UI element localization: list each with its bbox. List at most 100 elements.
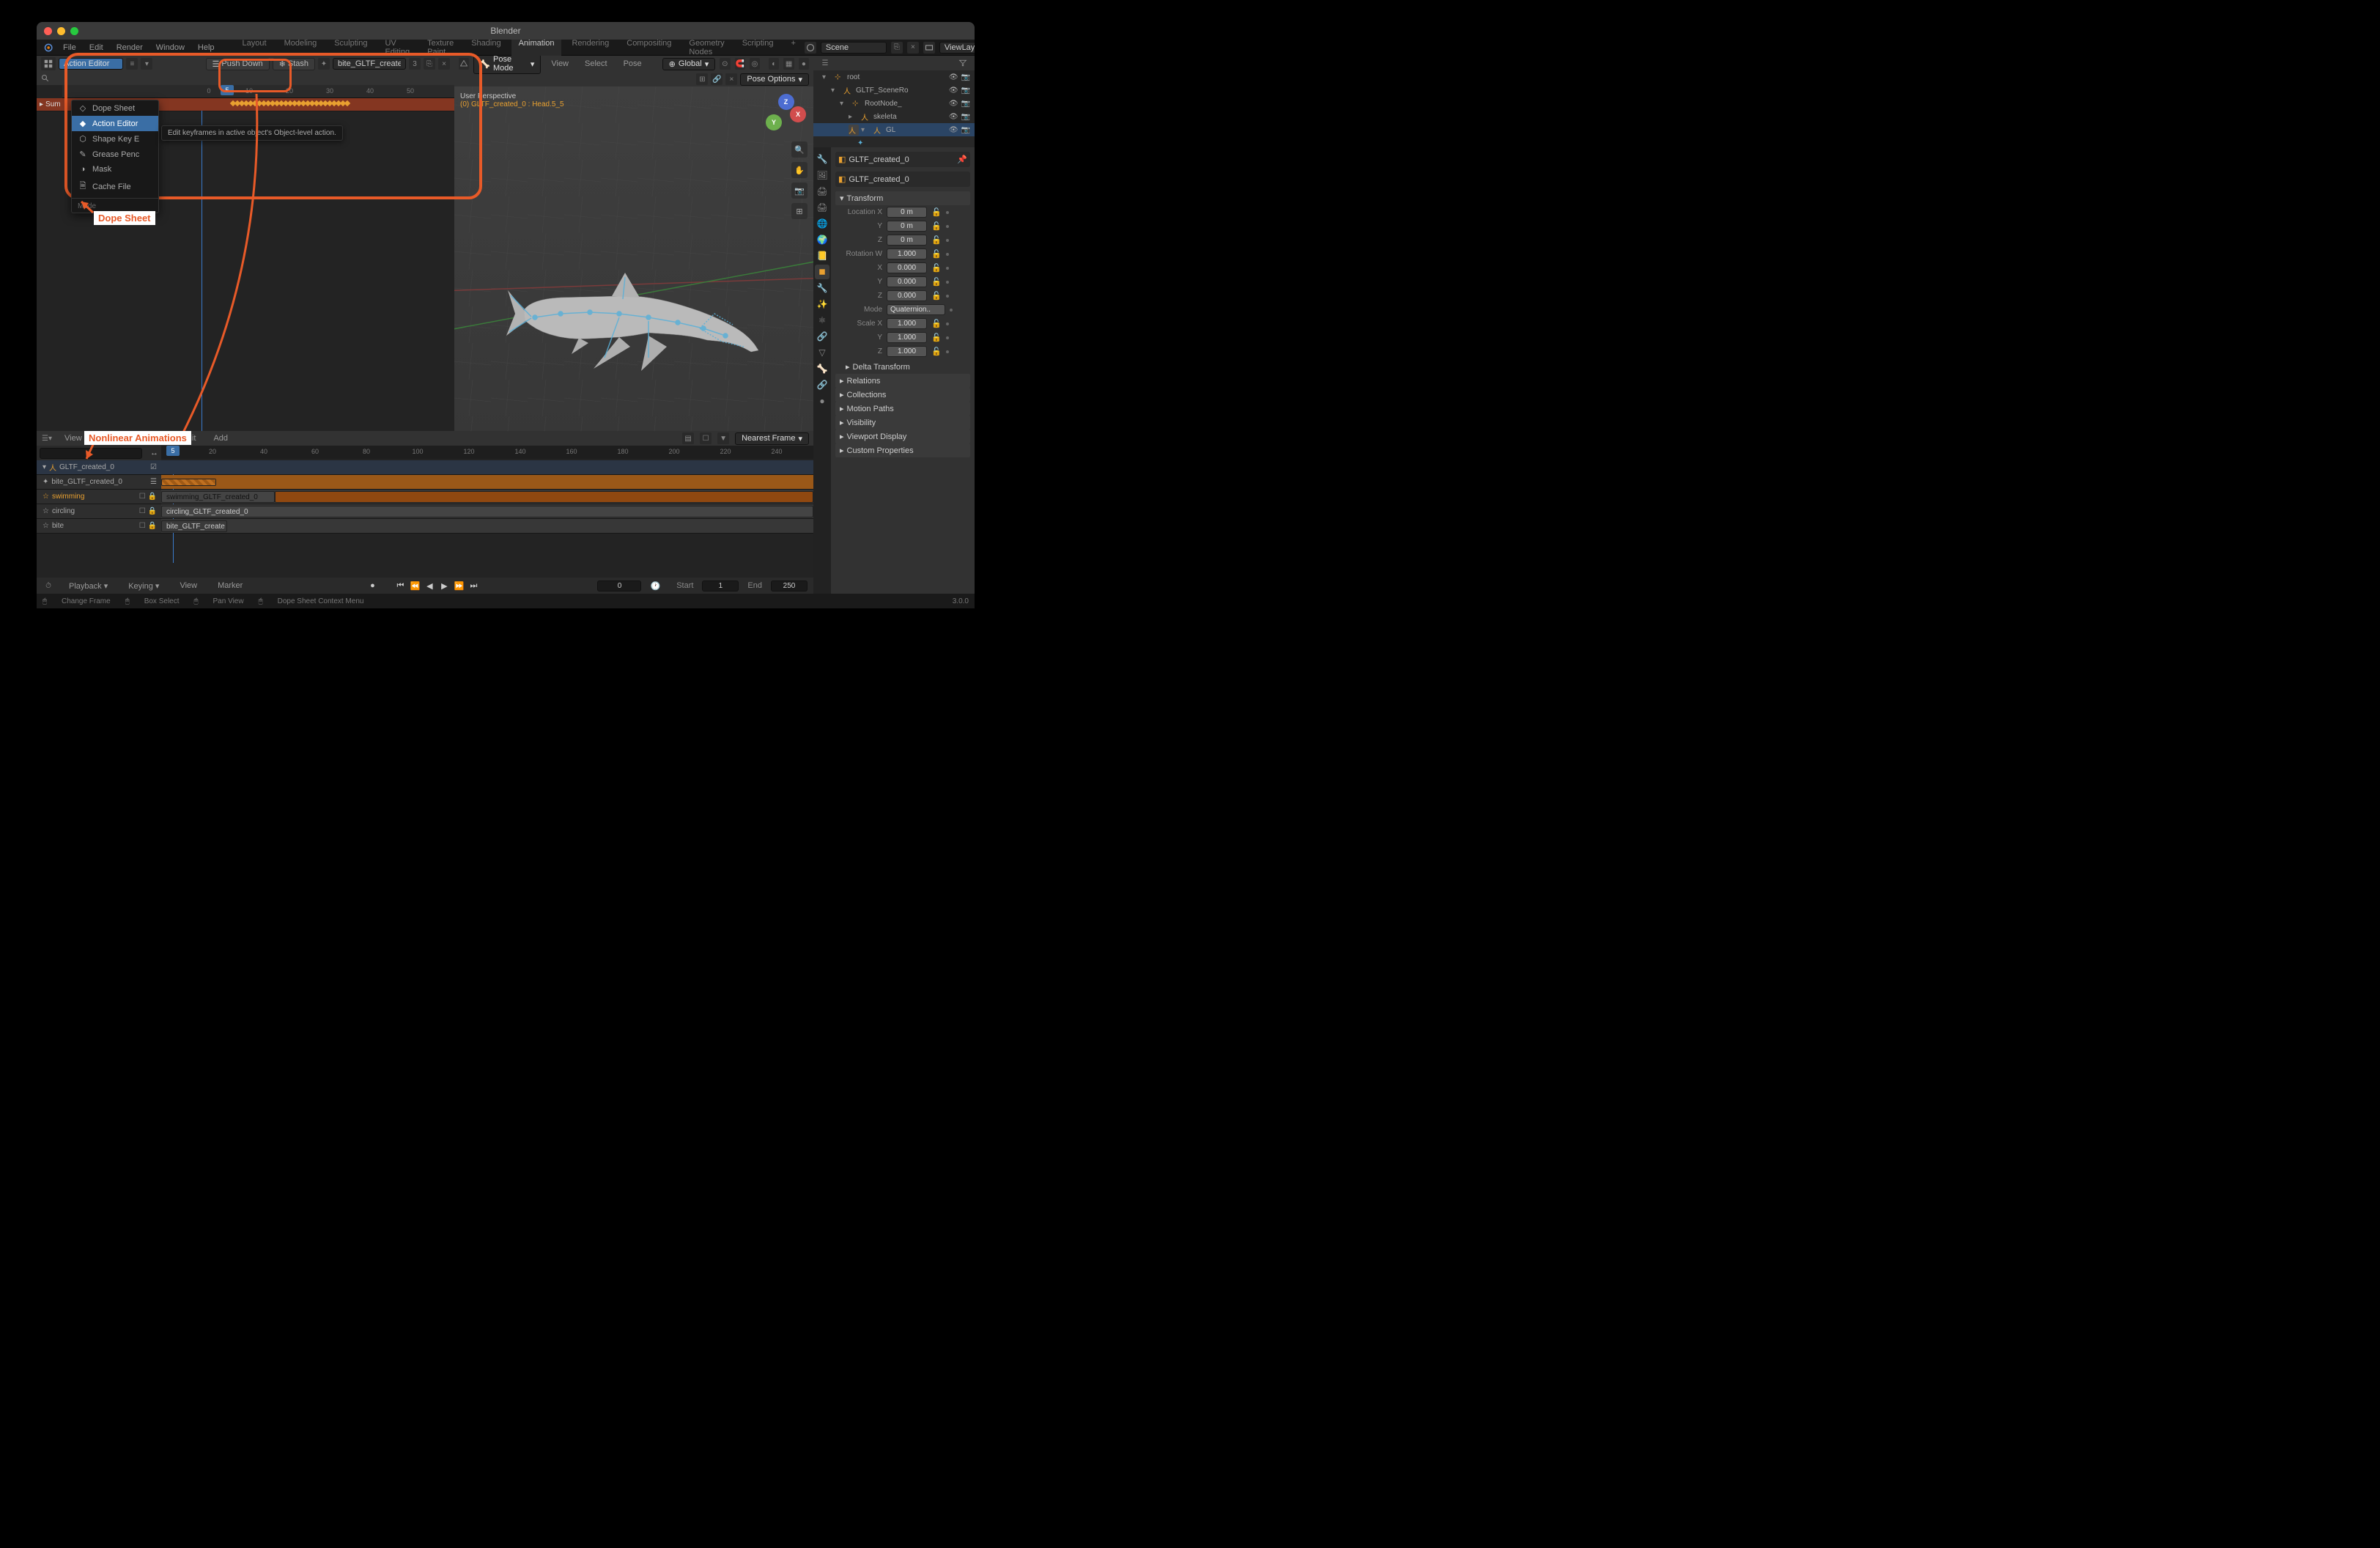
pan-icon[interactable]: ✋ [791,162,808,178]
motion-paths-header[interactable]: ▸ Motion Paths [835,402,970,416]
play-icon[interactable]: ▶ [437,580,451,591]
end-frame-input[interactable] [771,580,808,591]
tab-scene[interactable]: 🌐 [815,216,829,231]
breadcrumb[interactable]: ◧ GLTF_created_0 📌 [835,152,970,167]
mute-icon[interactable]: ☐ 🔒 [139,507,161,515]
viewlayer-input[interactable] [939,42,975,54]
current-frame-input[interactable] [597,580,641,591]
animate-dot[interactable] [946,336,949,339]
dropdown-mask[interactable]: ◑ Mask [72,162,158,177]
tab-data[interactable]: ▽ [815,345,829,360]
scale-y-input[interactable] [887,332,927,343]
tab-collection[interactable]: 📒 [815,248,829,263]
tab-bone-constraints[interactable]: 🔗 [815,377,829,392]
outliner-row[interactable]: ▾ ⊹ root 👁 📷 [813,70,975,84]
outliner-row-selected[interactable]: 人 ▾ 人 GL 👁 📷 [813,123,975,136]
relations-header[interactable]: ▸ Relations [835,374,970,388]
dropdown-cache-file[interactable]: 🗎 Cache File [72,177,158,196]
keyframe-icon[interactable] [344,100,350,106]
lock-icon[interactable]: 🔓 [931,207,942,217]
jump-start-icon[interactable]: ⏮ [393,580,407,591]
nla-track-row[interactable]: ☆ swimming ☐ 🔒 swimming_GLTF_created_0 [37,490,813,504]
new-scene-icon[interactable]: ⎘ [891,42,903,54]
rotation-x-input[interactable] [887,262,927,273]
nla-track[interactable]: circling_GLTF_created_0 [161,504,813,518]
lock-icon[interactable]: 🔓 [931,263,942,273]
collections-header[interactable]: ▸ Collections [835,388,970,402]
scene-name-input[interactable] [821,42,887,54]
eye-icon[interactable]: 👁 [949,113,958,121]
menu-render[interactable]: Render [111,42,149,54]
render-icon[interactable]: 📷 [961,86,970,95]
nla-track-label[interactable]: ☆ circling ☐ 🔒 [37,504,161,518]
nla-track[interactable]: bite_GLTF_create [161,519,813,533]
lock-icon[interactable]: 🔓 [931,249,942,259]
gizmo-icon[interactable]: ⊞ [696,73,708,85]
filter-icon[interactable] [957,57,969,69]
tab-world[interactable]: 🌍 [815,232,829,247]
rotation-y-input[interactable] [887,276,927,287]
mute-icon[interactable]: ☐ 🔒 [139,493,161,501]
overlay-icon[interactable]: ◐ [769,58,779,70]
tab-tool[interactable]: 🔧 [815,152,829,166]
animate-dot[interactable] [946,322,949,325]
outliner-type-icon[interactable]: ☰ [819,57,831,69]
dropdown-action-editor[interactable]: ◆ Action Editor [72,116,158,131]
animate-dot[interactable] [946,225,949,228]
pose-options-dropdown[interactable]: Pose Options ▾ [740,73,809,86]
animate-dot[interactable] [946,295,949,298]
tab-material[interactable]: ● [815,394,829,408]
cursor-icon[interactable]: ▤ [682,432,694,444]
autokey-icon[interactable]: ● [366,580,379,591]
maximize-window[interactable] [70,27,78,35]
menu-help[interactable]: Help [192,42,221,54]
proportional-icon[interactable]: ◎ [750,58,760,70]
blender-logo-icon[interactable] [42,42,53,54]
lock-icon[interactable]: 🔓 [931,319,942,328]
visibility-header[interactable]: ▸ Visibility [835,416,970,430]
lock-icon[interactable]: 🔓 [931,221,942,231]
nla-ruler[interactable]: 5 20 40 60 80 100 120 140 160 180 200 22… [161,446,813,459]
nla-track[interactable]: swimming_GLTF_created_0 [161,490,813,504]
jump-end-icon[interactable]: ⏭ [467,580,480,591]
custom-properties-header[interactable]: ▸ Custom Properties [835,443,970,457]
nla-track[interactable] [161,475,813,489]
render-icon[interactable]: 📷 [961,73,970,81]
menu-window[interactable]: Window [150,42,191,54]
tab-animation[interactable]: Animation [511,37,562,58]
action-editor-dropdown[interactable]: Action Editor [59,58,123,70]
animate-dot[interactable] [950,309,953,312]
nla-add[interactable]: Add [207,432,234,444]
nla-strip[interactable]: bite_GLTF_create [161,520,227,532]
animate-dot[interactable] [946,239,949,242]
close-icon[interactable]: × [725,73,737,85]
scale-z-input[interactable] [887,346,927,357]
tab-rendering[interactable]: Rendering [564,37,616,58]
axis-z[interactable]: Z [778,94,794,110]
animate-dot[interactable] [946,211,949,214]
render-icon[interactable]: 📷 [961,113,970,121]
timeline-icon[interactable]: ⏱ [42,580,54,591]
render-icon[interactable]: 📷 [961,100,970,108]
action-icon[interactable]: ✦ [318,58,330,70]
tab-scripting[interactable]: Scripting [735,37,781,58]
viewport-view[interactable]: View [545,58,574,70]
delete-scene-icon[interactable]: × [907,42,919,54]
tab-modeling[interactable]: Modeling [277,37,325,58]
orientation-dropdown[interactable]: ⊕ Global ▾ [662,58,716,70]
keyframe-prev-icon[interactable]: ⏪ [408,580,421,591]
playback-menu[interactable]: Playback ▾ [63,580,114,592]
location-z-input[interactable] [887,235,927,246]
keying-menu[interactable]: Keying ▾ [122,580,165,592]
play-reverse-icon[interactable]: ◀ [423,580,436,591]
location-x-input[interactable] [887,207,927,218]
pin-icon[interactable]: 📌 [957,155,967,164]
viewport-select[interactable]: Select [579,58,613,70]
viewport-display-header[interactable]: ▸ Viewport Display [835,430,970,443]
tab-viewlayer[interactable]: 🖨 [815,200,829,215]
tab-object[interactable] [815,265,829,279]
tab-texture-paint[interactable]: Texture Paint [420,37,461,58]
nla-track-row[interactable]: ☆ circling ☐ 🔒 circling_GLTF_created_0 [37,504,813,519]
search-icon[interactable] [40,73,51,84]
invert-icon[interactable]: ↔ [150,449,158,457]
